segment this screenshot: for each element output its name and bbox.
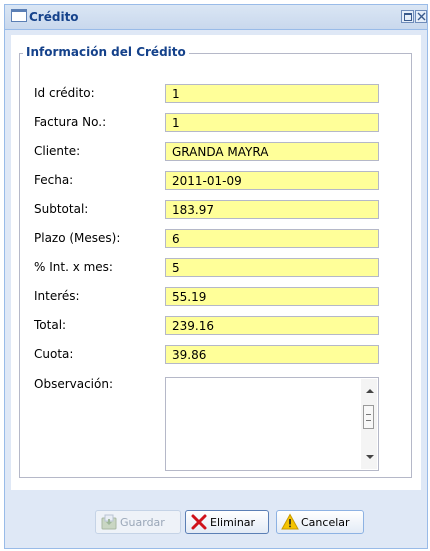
- observacion-textarea[interactable]: [165, 377, 379, 471]
- label-interes: Interés:: [34, 289, 80, 303]
- window-icon: [11, 9, 27, 22]
- observacion-scrollbar[interactable]: [361, 379, 377, 469]
- field-id-credito[interactable]: 1: [165, 84, 379, 103]
- maximize-button[interactable]: [401, 10, 414, 23]
- label-fecha: Fecha:: [34, 173, 74, 187]
- eliminar-label: Eliminar: [210, 515, 256, 529]
- label-plazo-meses: Plazo (Meses):: [34, 231, 121, 245]
- window-titlebar[interactable]: Crédito: [5, 5, 427, 30]
- label-total: Total:: [34, 318, 67, 332]
- guardar-label: Guardar: [120, 515, 165, 529]
- field-cliente[interactable]: GRANDA MAYRA: [165, 142, 379, 161]
- label-observacion: Observación:: [34, 377, 114, 391]
- close-button[interactable]: [415, 10, 427, 23]
- label-cliente: Cliente:: [34, 144, 81, 158]
- field-subtotal[interactable]: 183.97: [165, 200, 379, 219]
- save-icon: [100, 513, 118, 531]
- label-int-x-mes: % Int. x mes:: [34, 260, 113, 274]
- label-factura-no: Factura No.:: [34, 115, 107, 129]
- label-cuota: Cuota:: [34, 347, 74, 361]
- cancelar-label: Cancelar: [301, 515, 350, 529]
- cancelar-button[interactable]: Cancelar: [276, 510, 364, 534]
- label-subtotal: Subtotal:: [34, 202, 89, 216]
- field-factura-no[interactable]: 1: [165, 113, 379, 132]
- field-total[interactable]: 239.16: [165, 316, 379, 335]
- field-plazo-meses[interactable]: 6: [165, 229, 379, 248]
- window-title: Crédito: [29, 10, 79, 24]
- scroll-down-arrow-icon[interactable]: [366, 455, 374, 459]
- field-cuota[interactable]: 39.86: [165, 345, 379, 364]
- button-bar: Guardar Eliminar Cancelar: [11, 491, 421, 541]
- form-body: Información del Crédito Id crédito: 1 Fa…: [11, 35, 421, 490]
- field-interes[interactable]: 55.19: [165, 287, 379, 306]
- guardar-button[interactable]: Guardar: [95, 510, 181, 534]
- label-id-credito: Id crédito:: [34, 86, 95, 100]
- scroll-up-arrow-icon[interactable]: [366, 389, 374, 393]
- close-icon: [417, 12, 426, 21]
- credito-window: Crédito Información del Crédito Id crédi…: [4, 4, 428, 549]
- delete-x-icon: [190, 513, 208, 531]
- eliminar-button[interactable]: Eliminar: [185, 510, 269, 534]
- warning-icon: [281, 513, 299, 531]
- field-int-x-mes[interactable]: 5: [165, 258, 379, 277]
- fieldset-legend: Información del Crédito: [23, 45, 189, 59]
- field-fecha[interactable]: 2011-01-09: [165, 171, 379, 190]
- scroll-thumb[interactable]: [363, 405, 374, 429]
